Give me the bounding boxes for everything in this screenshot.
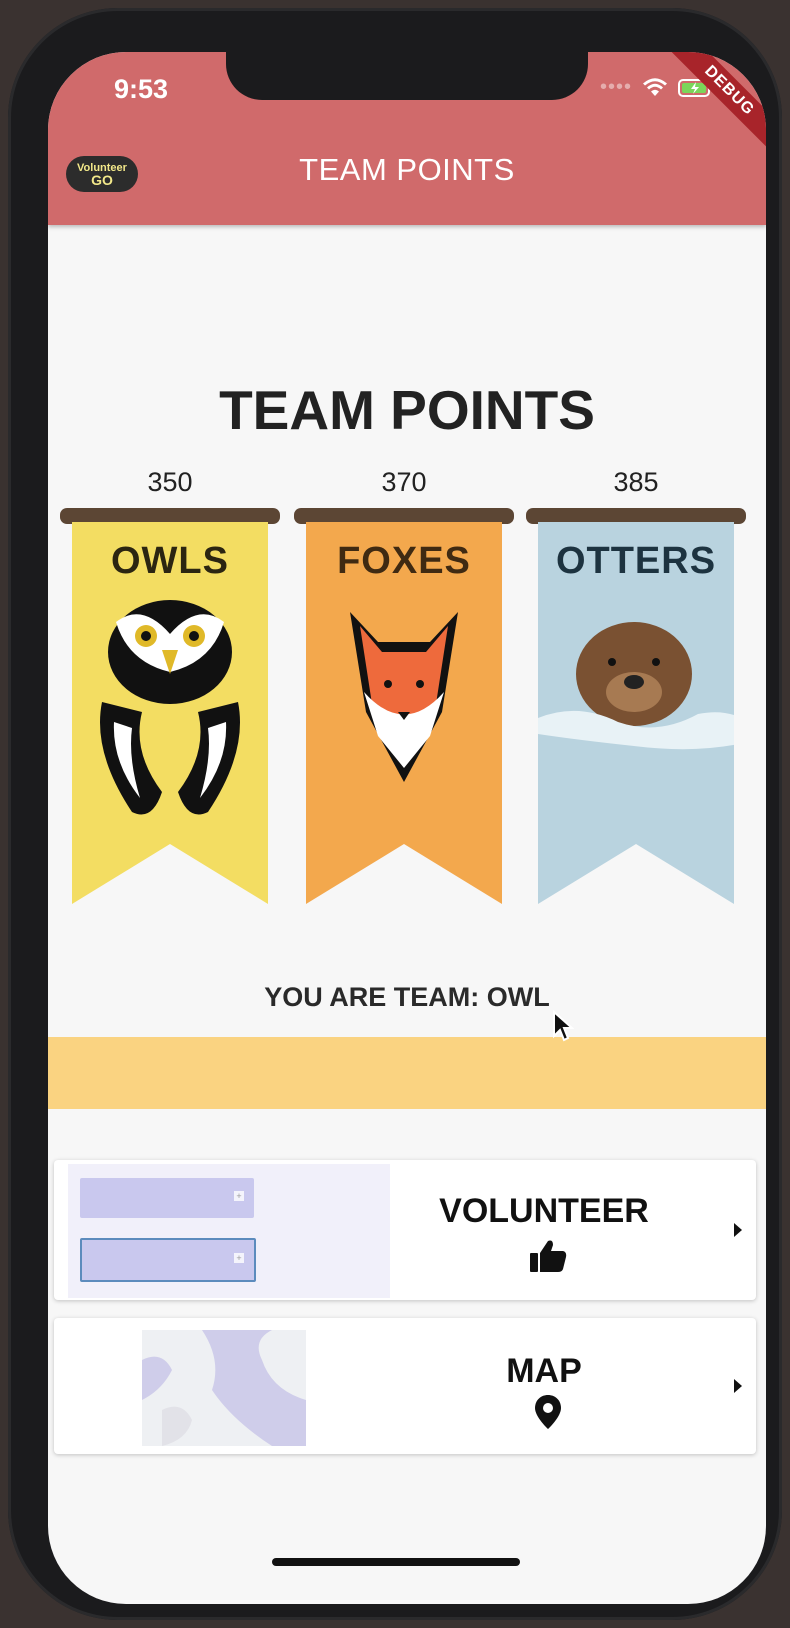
signal-icon: •••• (599, 76, 632, 98)
map-thumbnail (142, 1330, 306, 1446)
team-banner-foxes[interactable]: 370 FOXES (294, 462, 514, 904)
home-indicator[interactable] (272, 1558, 520, 1566)
volunteer-card[interactable]: + + VOLUNTEER (54, 1160, 756, 1300)
app-screen: 9:53 •••• DEBUG Volunteer GO TEAM POINTS… (48, 52, 766, 1604)
map-label: MAP (506, 1352, 582, 1390)
chevron-right-icon (734, 1379, 742, 1393)
map-card[interactable]: MAP (54, 1318, 756, 1454)
status-icons: •••• (600, 76, 714, 99)
team-banner-owls[interactable]: 350 OWLS (60, 462, 280, 904)
app-bar-title: TEAM POINTS (299, 152, 515, 187)
team-name: OTTERS (555, 540, 717, 582)
mouse-cursor-icon (553, 1010, 574, 1042)
plus-icon: + (234, 1191, 244, 1201)
app-bar: 9:53 •••• DEBUG Volunteer GO TEAM POINTS (48, 52, 766, 225)
highlight-bar (48, 1037, 766, 1109)
team-name: OWLS (111, 540, 229, 582)
debug-banner: DEBUG (666, 52, 766, 154)
team-points: 385 (613, 467, 659, 497)
plus-icon: + (234, 1253, 244, 1263)
chevron-right-icon (734, 1223, 742, 1237)
volunteer-label: VOLUNTEER (439, 1192, 649, 1230)
team-name: FOXES (337, 540, 471, 582)
volunteer-thumbnail: + + (68, 1164, 390, 1298)
phone-frame: 9:53 •••• DEBUG Volunteer GO TEAM POINTS… (8, 8, 782, 1620)
status-time: 9:53 (114, 74, 169, 104)
thumbs-up-icon (530, 1240, 567, 1272)
team-points: 370 (381, 467, 427, 497)
thumbnail-bar-selected: + (80, 1238, 256, 1282)
current-team-label: YOU ARE TEAM: OWL (264, 982, 550, 1012)
device-notch (226, 52, 588, 100)
team-points: 350 (147, 467, 193, 497)
wifi-icon (643, 77, 667, 96)
page-title: TEAM POINTS (219, 379, 595, 441)
thumbnail-bar: + (80, 1178, 254, 1218)
map-pin-icon (535, 1395, 561, 1429)
team-banner-otters[interactable]: 385 OTTERS (526, 462, 746, 904)
